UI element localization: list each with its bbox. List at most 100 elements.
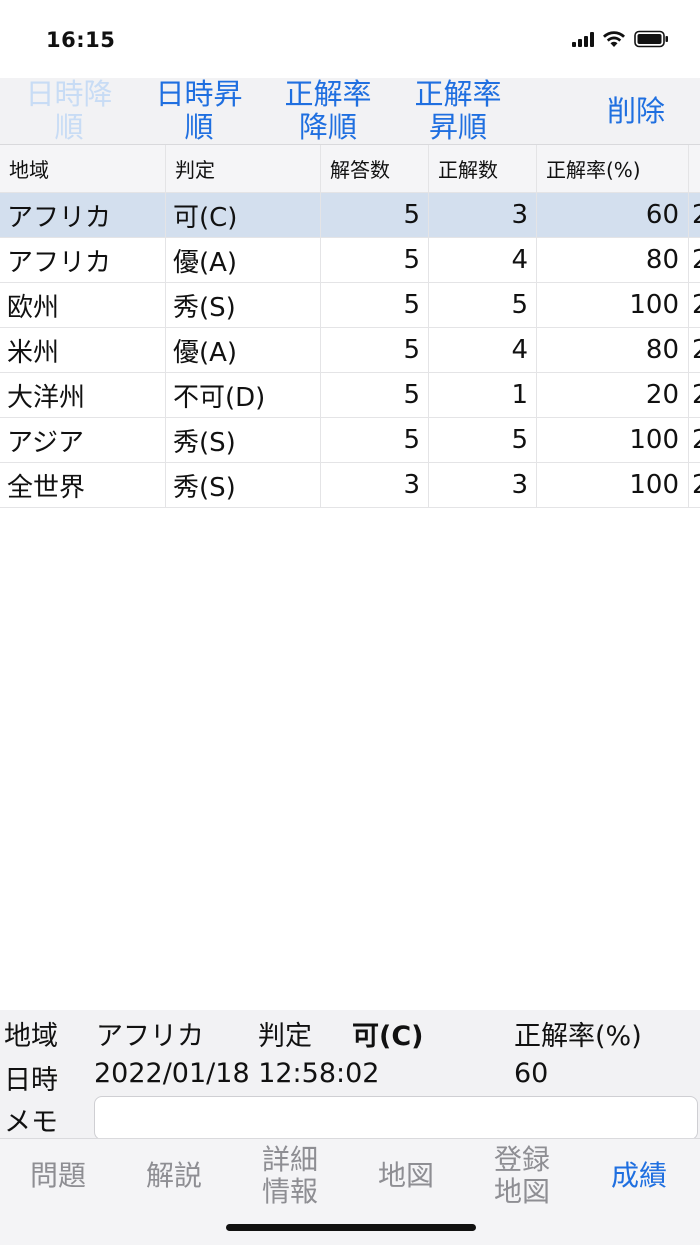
sort-rate-desc-label-1: 正解率	[284, 77, 372, 111]
cell-grade: 不可(D)	[166, 373, 321, 417]
battery-icon	[634, 30, 668, 48]
cell-grade: 可(C)	[166, 193, 321, 237]
cell-rate: 80	[537, 238, 689, 282]
cell-rate: 80	[537, 328, 689, 372]
table-row[interactable]: アジア 秀(S) 5 5 100 2	[0, 418, 700, 463]
cell-answers: 5	[321, 328, 429, 372]
cell-correct: 5	[429, 418, 537, 462]
column-header-region: 地域	[0, 145, 166, 192]
column-header-correct: 正解数	[429, 145, 537, 192]
detail-memo-label: メモ	[4, 1107, 58, 1138]
detail-grade-label: 判定	[258, 1021, 312, 1052]
table-row[interactable]: 欧州 秀(S) 5 5 100 2	[0, 283, 700, 328]
cell-extra: 2	[689, 238, 700, 282]
sort-date-asc-label-2: 順	[184, 110, 214, 144]
status-icons	[572, 30, 670, 48]
cell-grade: 秀(S)	[166, 283, 321, 327]
cell-region: 欧州	[0, 283, 166, 327]
detail-rate-label: 正解率(%)	[514, 1021, 642, 1052]
column-header-answers: 解答数	[321, 145, 429, 192]
cell-answers: 5	[321, 373, 429, 417]
sort-rate-asc-label-1: 正解率	[414, 77, 502, 111]
cell-correct: 3	[429, 193, 537, 237]
tab-question-label: 問題	[29, 1159, 86, 1192]
detail-datetime-label: 日時	[4, 1065, 58, 1096]
detail-region-value: アフリカ	[96, 1021, 204, 1052]
tab-details[interactable]: 詳細 情報	[232, 1139, 348, 1213]
detail-panel: 地域 アフリカ 判定 可(C) 正解率(%) 日時 2022/01/18 12:…	[0, 1010, 700, 1140]
detail-region-label: 地域	[4, 1021, 58, 1052]
cell-extra: 2	[689, 373, 700, 417]
detail-datetime-value: 2022/01/18 12:58:02	[94, 1058, 380, 1089]
cell-correct: 4	[429, 328, 537, 372]
status-time: 16:15	[46, 28, 116, 52]
cell-rate: 20	[537, 373, 689, 417]
cell-grade: 秀(S)	[166, 463, 321, 507]
tab-explanation-label: 解説	[145, 1159, 202, 1192]
tab-details-label-2: 情報	[261, 1175, 318, 1208]
sort-rate-asc-label-2: 昇順	[428, 110, 487, 144]
cell-region: 全世界	[0, 463, 166, 507]
sort-date-desc-label-2: 順	[54, 110, 84, 144]
sort-date-asc-label-1: 日時昇	[155, 77, 243, 111]
tab-explanation[interactable]: 解説	[116, 1139, 232, 1213]
results-table: 地域 判定 解答数 正解数 正解率(%) アフリカ 可(C) 5 3 60 2 …	[0, 145, 700, 508]
sort-date-asc-button[interactable]: 日時昇 順	[138, 78, 260, 144]
cell-correct: 5	[429, 283, 537, 327]
delete-button[interactable]: 削除	[586, 78, 686, 144]
cell-answers: 5	[321, 283, 429, 327]
tab-map[interactable]: 地図	[348, 1139, 464, 1213]
tab-map-label: 地図	[377, 1159, 434, 1192]
sort-rate-desc-button[interactable]: 正解率 降順	[266, 78, 390, 144]
cell-rate: 60	[537, 193, 689, 237]
cell-extra: 2	[689, 463, 700, 507]
cell-region: アフリカ	[0, 193, 166, 237]
cell-correct: 3	[429, 463, 537, 507]
signal-icon	[572, 31, 594, 47]
tab-details-label-1: 詳細	[261, 1143, 318, 1176]
sort-toolbar: 日時降 順 日時昇 順 正解率 降順 正解率 昇順 削除	[0, 78, 700, 145]
cell-answers: 5	[321, 193, 429, 237]
cell-region: アフリカ	[0, 238, 166, 282]
column-header-extra	[689, 145, 700, 192]
cell-grade: 秀(S)	[166, 418, 321, 462]
table-row[interactable]: 全世界 秀(S) 3 3 100 2	[0, 463, 700, 508]
sort-date-desc-label-1: 日時降	[25, 77, 113, 111]
tab-registered-map-label-2: 地図	[493, 1175, 550, 1208]
memo-input[interactable]	[94, 1096, 698, 1140]
column-header-rate: 正解率(%)	[537, 145, 689, 192]
cell-correct: 1	[429, 373, 537, 417]
sort-date-desc-button[interactable]: 日時降 順	[8, 78, 130, 144]
sort-rate-desc-label-2: 降順	[298, 110, 357, 144]
table-row[interactable]: 大洋州 不可(D) 5 1 20 2	[0, 373, 700, 418]
table-header: 地域 判定 解答数 正解数 正解率(%)	[0, 145, 700, 193]
wifi-icon	[603, 31, 625, 47]
home-indicator[interactable]	[226, 1224, 476, 1231]
tab-question[interactable]: 問題	[0, 1139, 116, 1213]
cell-answers: 5	[321, 238, 429, 282]
status-bar: 16:15	[0, 0, 700, 78]
cell-correct: 4	[429, 238, 537, 282]
tab-results[interactable]: 成績	[580, 1139, 698, 1213]
cell-answers: 5	[321, 418, 429, 462]
cell-extra: 2	[689, 328, 700, 372]
table-row[interactable]: アフリカ 優(A) 5 4 80 2	[0, 238, 700, 283]
sort-rate-asc-button[interactable]: 正解率 昇順	[396, 78, 520, 144]
table-row[interactable]: 米州 優(A) 5 4 80 2	[0, 328, 700, 373]
cell-extra: 2	[689, 418, 700, 462]
cell-grade: 優(A)	[166, 328, 321, 372]
tab-results-label: 成績	[610, 1159, 667, 1192]
detail-rate-value: 60	[514, 1058, 549, 1089]
cell-rate: 100	[537, 283, 689, 327]
cell-extra: 2	[689, 193, 700, 237]
cell-answers: 3	[321, 463, 429, 507]
tab-registered-map[interactable]: 登録 地図	[464, 1139, 580, 1213]
detail-grade-value: 可(C)	[352, 1021, 424, 1052]
cell-rate: 100	[537, 463, 689, 507]
cell-rate: 100	[537, 418, 689, 462]
table-row[interactable]: アフリカ 可(C) 5 3 60 2	[0, 193, 700, 238]
cell-region: 米州	[0, 328, 166, 372]
cell-region: 大洋州	[0, 373, 166, 417]
tab-registered-map-label-1: 登録	[493, 1143, 550, 1176]
column-header-grade: 判定	[166, 145, 321, 192]
